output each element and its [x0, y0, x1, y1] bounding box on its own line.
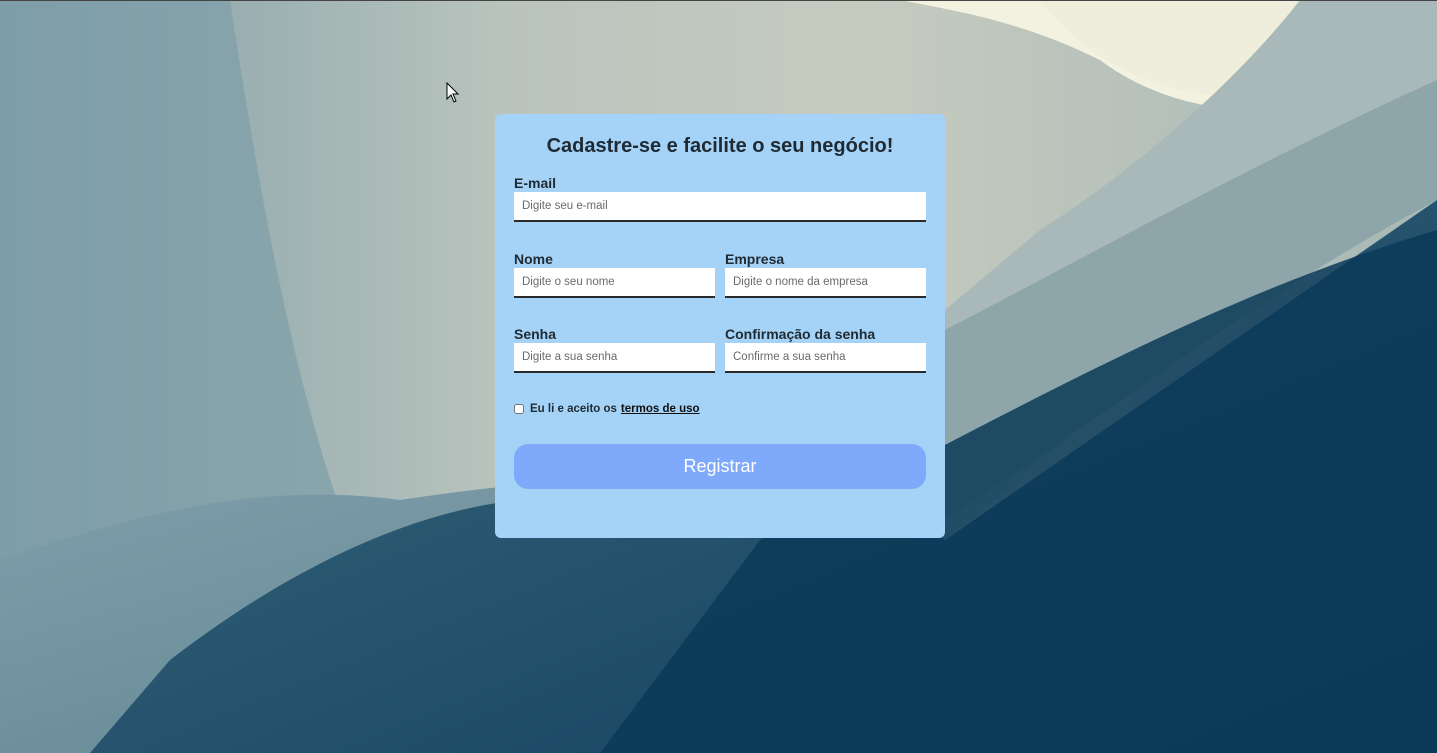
terms-text: Eu li e aceito os [530, 403, 617, 415]
password-confirm-group: Confirmação da senha [725, 326, 926, 373]
password-label: Senha [514, 326, 557, 342]
register-button[interactable]: Registrar [514, 444, 926, 489]
company-label: Empresa [725, 251, 785, 267]
company-input[interactable] [725, 268, 926, 298]
mouse-cursor-icon [446, 82, 460, 103]
terms-checkbox[interactable] [514, 404, 524, 414]
password-group: Senha [514, 326, 715, 373]
email-label: E-mail [514, 175, 557, 191]
email-group: E-mail [514, 175, 926, 222]
company-group: Empresa [725, 251, 926, 298]
top-border [0, 0, 1437, 1]
name-input[interactable] [514, 268, 715, 298]
password-input[interactable] [514, 343, 715, 373]
name-group: Nome [514, 251, 715, 298]
terms-link[interactable]: termos de uso [621, 403, 700, 415]
name-label: Nome [514, 251, 553, 267]
registration-form: Cadastre-se e facilite o seu negócio! E-… [495, 114, 945, 538]
password-confirm-label: Confirmação da senha [725, 326, 876, 342]
terms-row: Eu li e aceito os termos de uso [514, 403, 700, 415]
password-confirm-input[interactable] [725, 343, 926, 373]
form-title: Cadastre-se e facilite o seu negócio! [546, 135, 894, 157]
email-input[interactable] [514, 192, 926, 222]
